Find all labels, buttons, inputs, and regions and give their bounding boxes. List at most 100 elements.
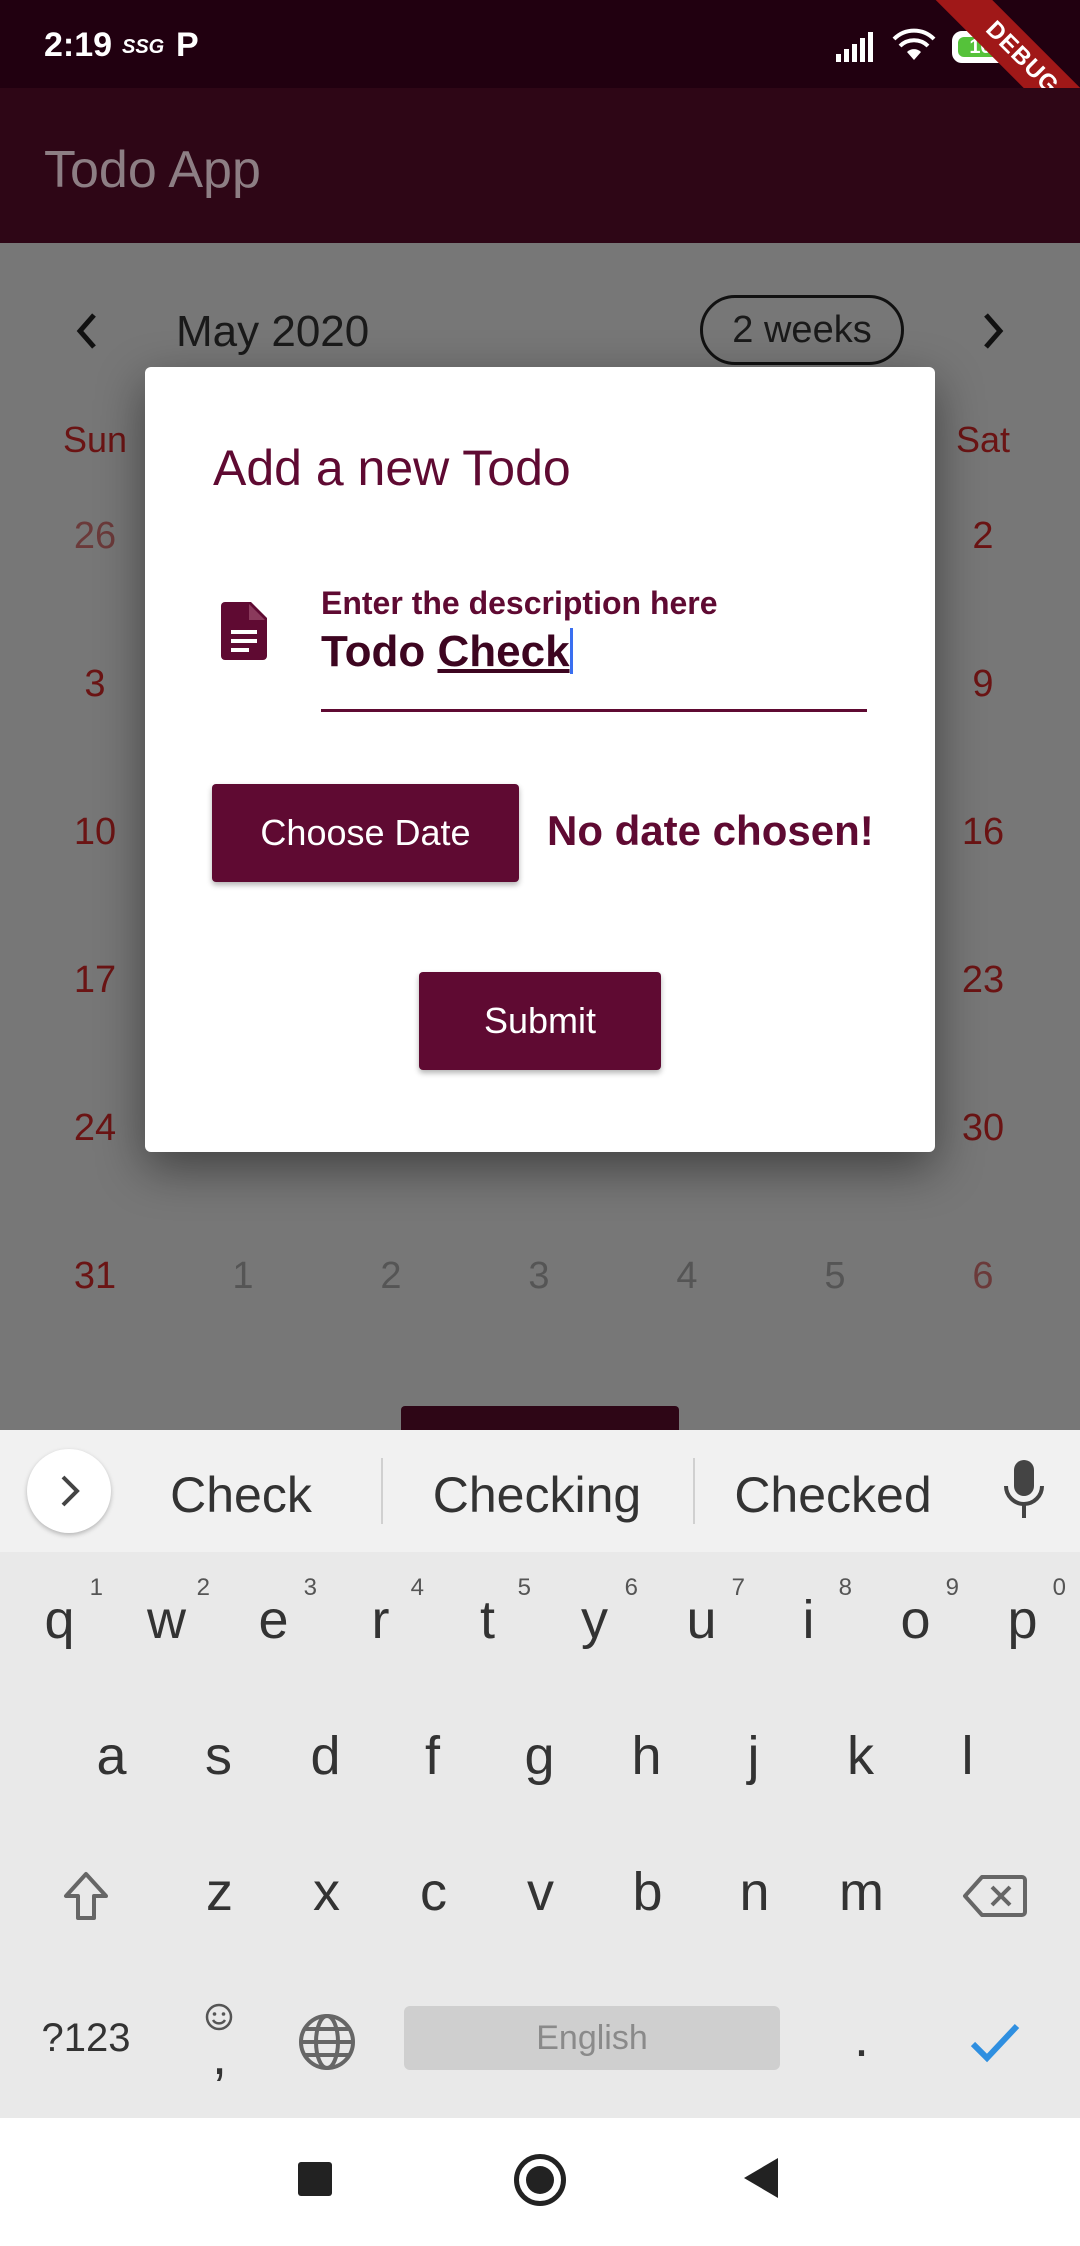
app-title: Todo App [44,141,261,199]
space-key[interactable]: English [404,2006,780,2070]
key-b[interactable]: b [594,1842,701,1942]
key-j[interactable]: j [700,1706,807,1806]
calendar-day[interactable]: 5 [775,1255,895,1298]
microphone-icon[interactable] [1000,1458,1048,1522]
key-hint: 5 [517,1574,531,1601]
key-e[interactable]: e3 [220,1570,327,1670]
key-hint: 2 [196,1574,210,1601]
calendar-day[interactable]: 26 [35,515,155,558]
key-n[interactable]: n [701,1842,808,1942]
description-input-text: Todo [321,627,438,676]
status-bar: 2:19 SSG P 100 DEBUG [0,0,1080,88]
key-u[interactable]: u7 [648,1570,755,1670]
key-d[interactable]: d [272,1706,379,1806]
key-t[interactable]: t5 [434,1570,541,1670]
key-label: t [479,1590,495,1650]
home-button[interactable] [514,2154,566,2206]
enter-key[interactable] [915,1988,1075,2088]
calendar-day[interactable]: 30 [923,1107,1043,1150]
shift-key[interactable] [6,1842,166,1942]
calendar-day[interactable]: 9 [923,663,1043,706]
key-hint: 6 [624,1574,638,1601]
comma-emoji-key[interactable]: , [166,1988,273,2088]
key-hint: 7 [731,1574,745,1601]
back-button[interactable] [744,2158,778,2198]
add-todo-dialog: Add a new Todo Enter the description her… [145,367,935,1152]
calendar-day[interactable]: 3 [35,663,155,706]
chevron-right-icon[interactable] [978,311,1008,351]
backspace-key[interactable] [915,1842,1075,1942]
key-l[interactable]: l [914,1706,1021,1806]
status-time: 2:19 [44,26,113,64]
key-label: o [900,1590,931,1650]
calendar-day[interactable]: 1 [183,1255,303,1298]
language-key[interactable] [273,1988,380,2088]
key-g[interactable]: g [486,1706,593,1806]
key-w[interactable]: w2 [113,1570,220,1670]
calendar-day[interactable]: 3 [479,1255,599,1298]
shift-icon [64,1871,108,1920]
globe-icon [298,2013,355,2070]
key-s[interactable]: s [165,1706,272,1806]
period-key[interactable]: . [808,1988,915,2088]
choose-date-button[interactable]: Choose Date [212,784,519,882]
suggestion-2[interactable]: Checking [387,1466,687,1524]
key-c[interactable]: c [380,1842,487,1942]
key-h[interactable]: h [593,1706,700,1806]
key-r[interactable]: r4 [327,1570,434,1670]
calendar-day[interactable]: 24 [35,1107,155,1150]
description-icon [221,602,267,660]
chevron-left-icon[interactable] [72,311,102,351]
key-v[interactable]: v [487,1842,594,1942]
calendar-day[interactable]: 2 [331,1255,451,1298]
app-bar: Todo App [0,88,1080,243]
weekday-sat: Sat [955,419,1011,460]
key-y[interactable]: y6 [541,1570,648,1670]
key-f[interactable]: f [379,1706,486,1806]
suggestion-1[interactable]: Check [91,1466,391,1524]
calendar-day[interactable]: 10 [35,811,155,854]
key-hint: 0 [1052,1574,1066,1601]
submit-button[interactable]: Submit [419,972,661,1070]
description-input-underline [321,709,867,712]
calendar-day[interactable]: 31 [35,1255,155,1298]
suggestion-divider [381,1458,383,1524]
app-notification-tag: P [176,26,199,64]
system-navigation-bar [0,2118,1080,2246]
key-i[interactable]: i8 [755,1570,862,1670]
key-hint: 1 [89,1574,103,1601]
key-o[interactable]: o9 [862,1570,969,1670]
key-hint: 4 [410,1574,424,1601]
calendar-day[interactable]: 16 [923,811,1043,854]
suggestion-3[interactable]: Checked [683,1466,983,1524]
key-a[interactable]: a [58,1706,165,1806]
key-q[interactable]: q1 [6,1570,113,1670]
key-label: u [686,1590,717,1650]
text-cursor [569,628,573,674]
calendar-day[interactable]: 4 [627,1255,747,1298]
key-x[interactable]: x [273,1842,380,1942]
key-hint: 3 [303,1574,317,1601]
dialog-title: Add a new Todo [213,440,571,496]
symbols-key[interactable]: ?123 [6,1988,166,2088]
calendar-day[interactable]: 2 [923,515,1043,558]
calendar-day[interactable]: 23 [923,959,1043,1002]
calendar-month-title: May 2020 [176,307,370,356]
key-z[interactable]: z [166,1842,273,1942]
comma-label: , [211,2026,227,2086]
key-p[interactable]: p0 [969,1570,1076,1670]
description-input[interactable]: Todo Check [321,627,573,677]
key-label: w [147,1590,186,1650]
key-k[interactable]: k [807,1706,914,1806]
weekday-sun: Sun [62,419,128,460]
key-label: r [371,1590,390,1650]
key-label: p [1007,1590,1038,1650]
key-m[interactable]: m [808,1842,915,1942]
calendar-day[interactable]: 6 [923,1255,1043,1298]
calendar-format-button[interactable]: 2 weeks [700,295,904,365]
calendar-day[interactable]: 17 [35,959,155,1002]
recents-button[interactable] [298,2162,332,2196]
key-label: e [258,1590,289,1650]
carrier-tag: SSG [122,36,165,58]
description-input-composing: Check [437,627,570,676]
